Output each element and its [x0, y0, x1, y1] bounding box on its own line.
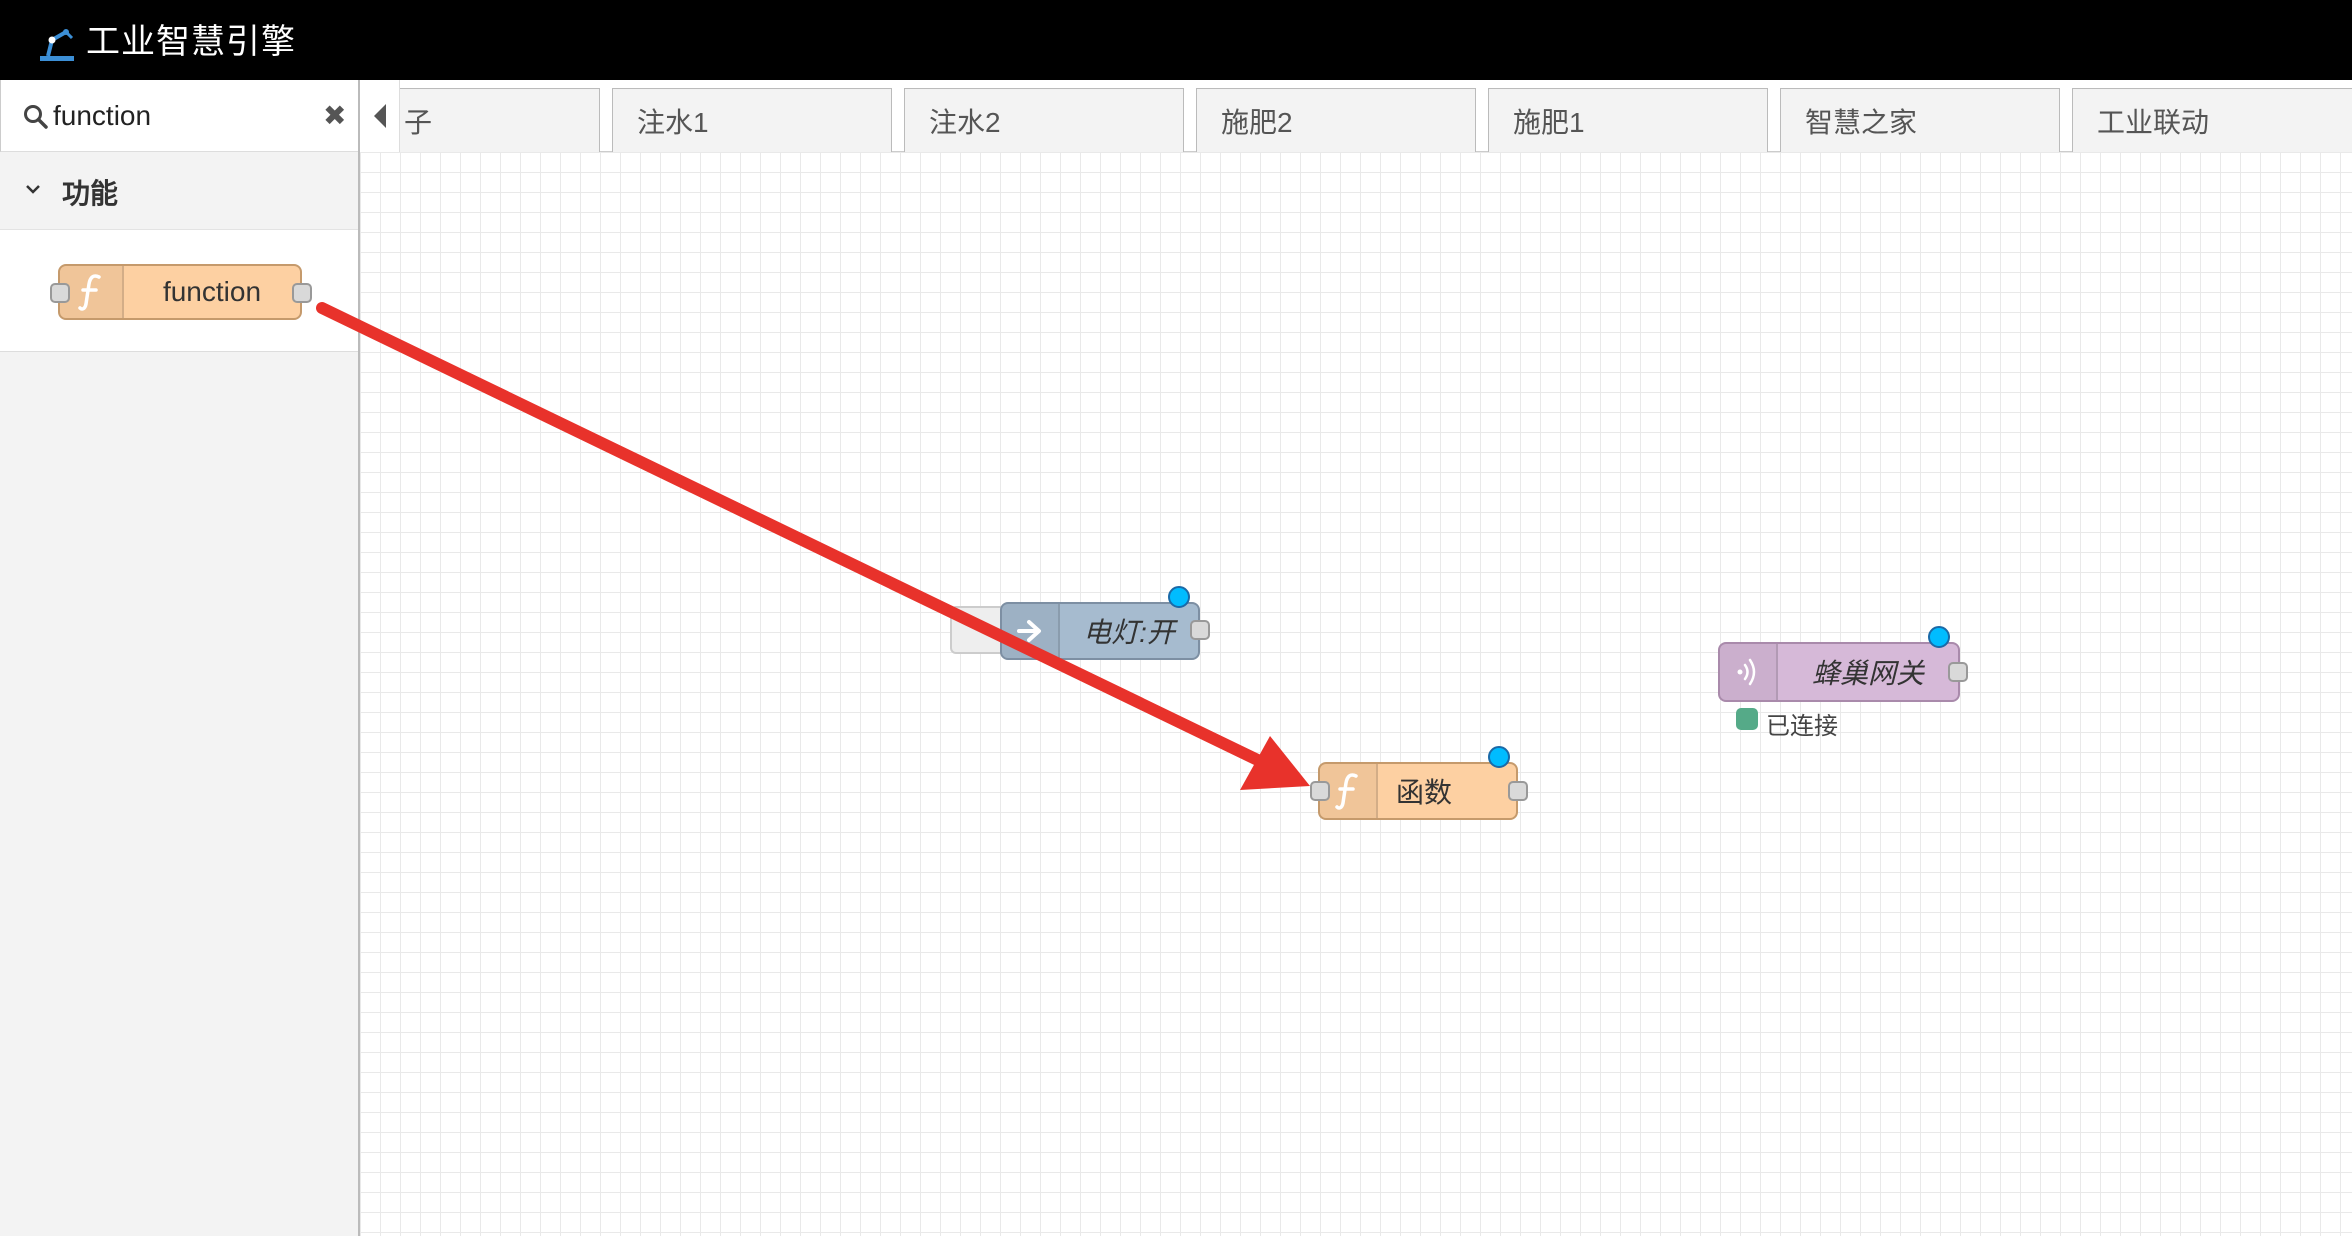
tab-label: 工业联动	[2097, 106, 2210, 138]
tab-label: 施肥1	[1513, 106, 1585, 138]
palette-node-input-port	[50, 283, 70, 303]
tab-zhushui1[interactable]: 注水1	[612, 88, 892, 152]
category-function[interactable]: 功能	[0, 152, 358, 230]
tab-gongyeliandong[interactable]: 工业联动	[2072, 88, 2352, 152]
tab-zhihuizhijia[interactable]: 智慧之家	[1780, 88, 2060, 152]
tab-shifei1[interactable]: 施肥1	[1488, 88, 1768, 152]
palette-node-output-port	[292, 283, 312, 303]
node-palette: ✖ 功能 function	[0, 80, 360, 1236]
palette-search: ✖	[0, 80, 358, 152]
workspace-tabs: 子 注水1 注水2 施肥2 施肥1 智慧之家 工业联动	[360, 80, 2352, 152]
wireless-icon	[1737, 658, 1756, 686]
function-node[interactable]: 函数	[1318, 762, 1518, 820]
function-icon	[78, 274, 101, 311]
palette-node-label: function	[162, 276, 262, 307]
tab-zhushui2[interactable]: 注水2	[904, 88, 1184, 152]
link-node-changed-indicator	[1168, 586, 1190, 608]
category-label: 功能	[62, 178, 119, 209]
hive-gateway-node[interactable]: 蜂巢网关	[1718, 642, 1960, 702]
function-node-input-port[interactable]	[1310, 781, 1330, 801]
link-icon-area	[1002, 604, 1060, 658]
app-header: 工业智慧引擎	[0, 0, 2352, 80]
search-icon	[24, 105, 48, 129]
tab-label: 智慧之家	[1805, 106, 1918, 138]
hive-node-status-text: 已连接	[1766, 713, 1838, 740]
link-node[interactable]: 电灯:开	[1000, 602, 1200, 660]
tab-shifei2[interactable]: 施肥2	[1196, 88, 1476, 152]
chevron-down-icon	[26, 185, 40, 194]
function-node-output-port[interactable]	[1508, 781, 1528, 801]
hive-node-output-port[interactable]	[1948, 662, 1968, 682]
palette-node-function[interactable]: function	[58, 264, 302, 320]
hive-icon-area	[1720, 644, 1778, 700]
search-input[interactable]	[53, 96, 303, 136]
caret-left-icon	[373, 104, 386, 128]
tab-label: 施肥2	[1221, 106, 1293, 138]
tab-label: 子	[404, 106, 433, 138]
link-node-button-stub[interactable]	[950, 606, 1006, 654]
link-node-output-port[interactable]	[1190, 620, 1210, 640]
hive-node-status-indicator	[1736, 708, 1758, 730]
function-icon	[1335, 773, 1358, 810]
hive-node-changed-indicator	[1928, 626, 1950, 648]
link-out-icon	[1017, 620, 1041, 642]
category-body: function	[0, 230, 358, 352]
clear-search-icon[interactable]: ✖	[323, 102, 346, 130]
robot-arm-icon	[40, 29, 74, 61]
tab-label: 注水2	[929, 106, 1001, 138]
link-node-label: 电灯:开	[1083, 617, 1175, 648]
tab-partial[interactable]: 子	[400, 88, 600, 152]
function-node-changed-indicator	[1488, 746, 1510, 768]
hive-node-label: 蜂巢网关	[1811, 658, 1924, 689]
tab-label: 注水1	[637, 106, 709, 138]
function-node-label: 函数	[1396, 777, 1453, 808]
flow-workspace[interactable]: 电灯:开 函数 蜂巢网关 已连接	[360, 152, 2352, 1236]
app-title: 工业智慧引擎	[86, 23, 296, 61]
tab-scroll-left[interactable]	[360, 80, 400, 152]
